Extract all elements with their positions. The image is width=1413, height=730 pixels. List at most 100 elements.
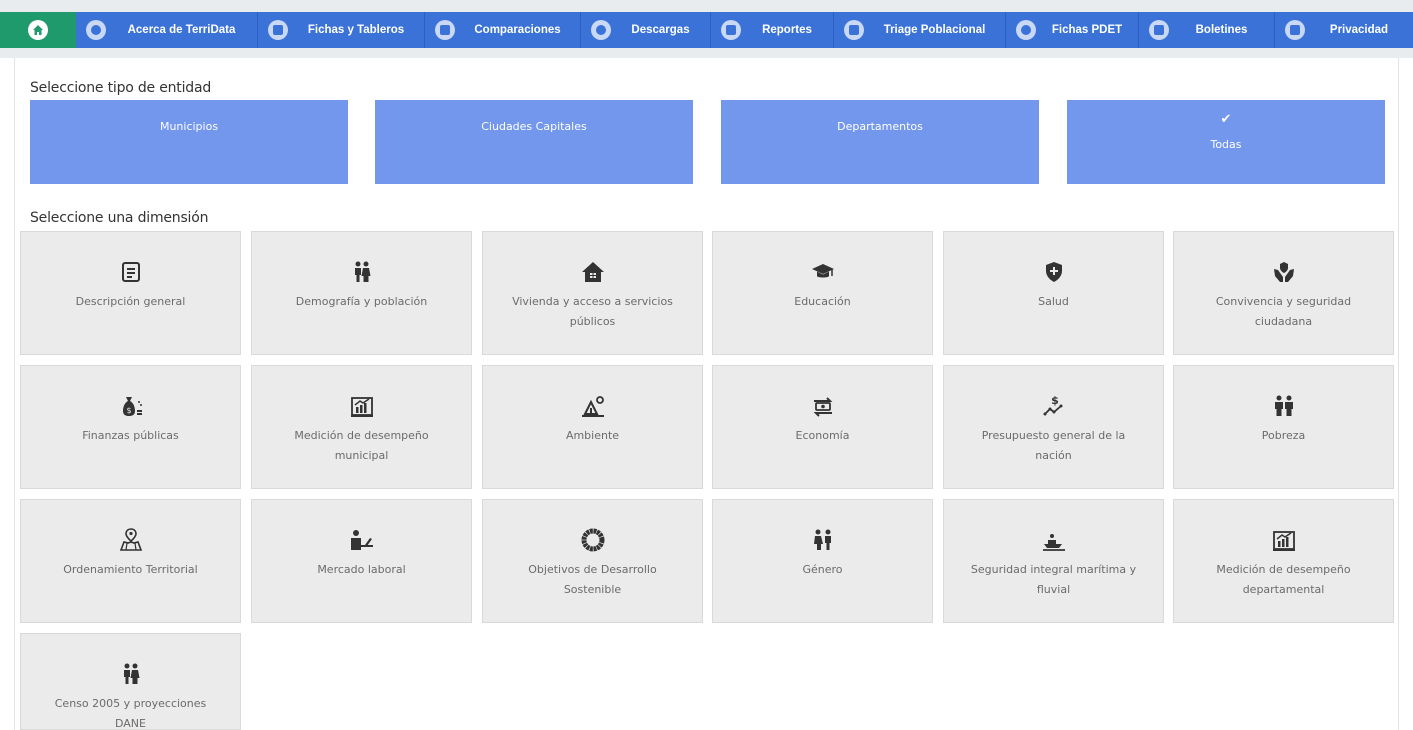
home-icon bbox=[28, 20, 48, 40]
top-nav-container: Acerca de TerriData Fichas y Tableros Co… bbox=[0, 0, 1413, 58]
budget-trend-icon: $ bbox=[944, 392, 1163, 420]
growth-chart-icon bbox=[252, 392, 471, 420]
nav-label: Boletines bbox=[1195, 24, 1248, 36]
dimension-label: Economía bbox=[795, 429, 850, 442]
entity-label: Todas bbox=[1210, 138, 1242, 151]
entity-label: Departamentos bbox=[837, 120, 923, 133]
money-bag-icon: $ bbox=[21, 392, 240, 420]
dimension-label: Demografía y población bbox=[295, 295, 428, 308]
document-icon bbox=[268, 20, 288, 40]
nav-label: Fichas y Tableros bbox=[307, 24, 405, 36]
nav-comparaciones[interactable]: Comparaciones bbox=[425, 12, 581, 48]
lock-icon bbox=[1285, 20, 1305, 40]
dimension-label: Seguridad integral marítima y fluvial bbox=[970, 563, 1137, 596]
target-icon bbox=[1016, 20, 1036, 40]
dimension-tile-seguridad-maritima[interactable]: Seguridad integral marítima y fluvial bbox=[943, 499, 1164, 623]
entity-departamentos[interactable]: Departamentos bbox=[721, 100, 1039, 184]
globe-icon bbox=[86, 20, 106, 40]
entity-label: Municipios bbox=[159, 120, 219, 133]
dimension-tile-ods[interactable]: Objetivos de Desarrollo Sostenible bbox=[482, 499, 703, 623]
dimension-tile-educacion[interactable]: Educación bbox=[712, 231, 933, 355]
hands-shield-icon bbox=[1174, 258, 1393, 286]
cloud-download-icon bbox=[591, 20, 611, 40]
health-shield-icon bbox=[944, 258, 1163, 286]
family-icon bbox=[21, 660, 240, 688]
dimension-label: Presupuesto general de la nación bbox=[981, 429, 1126, 462]
house-icon bbox=[483, 258, 702, 286]
dimension-section-title: Seleccione una dimensión bbox=[30, 210, 209, 226]
worker-desk-icon bbox=[252, 526, 471, 554]
dimension-tile-mercado-laboral[interactable]: Mercado laboral bbox=[251, 499, 472, 623]
dimension-label: Medición de desempeño municipal bbox=[294, 429, 429, 462]
dimension-tile-salud[interactable]: Salud bbox=[943, 231, 1164, 355]
dimension-label: Mercado laboral bbox=[317, 563, 406, 576]
dimension-tile-demografia[interactable]: Demografía y población bbox=[251, 231, 472, 355]
gender-icon bbox=[713, 526, 932, 554]
main-navbar: Acerca de TerriData Fichas y Tableros Co… bbox=[0, 12, 1413, 48]
dimension-tile-desempeno-departamental[interactable]: Medición de desempeño departamental bbox=[1173, 499, 1394, 623]
dimension-tile-genero[interactable]: Género bbox=[712, 499, 933, 623]
dimension-tile-pobreza[interactable]: Pobreza bbox=[1173, 365, 1394, 489]
bar-chart-icon bbox=[721, 20, 741, 40]
entity-municipios[interactable]: Municipios bbox=[30, 100, 348, 184]
nav-label: Descargas bbox=[631, 24, 690, 36]
dimension-tile-descripcion-general[interactable]: Descripción general bbox=[20, 231, 241, 355]
dimension-label: Vivienda y acceso a servicios públicos bbox=[512, 295, 673, 328]
entity-section-title: Seleccione tipo de entidad bbox=[30, 80, 212, 96]
graduation-cap-icon bbox=[713, 258, 932, 286]
dimension-label: Medición de desempeño departamental bbox=[1216, 563, 1351, 596]
dimension-label: Género bbox=[802, 563, 843, 576]
entity-todas[interactable]: ✔ Todas bbox=[1067, 100, 1385, 184]
nav-acerca[interactable]: Acerca de TerriData bbox=[76, 12, 258, 48]
bulletin-icon bbox=[1149, 20, 1169, 40]
dimension-label: Pobreza bbox=[1261, 429, 1306, 442]
bar-chart-icon bbox=[435, 20, 455, 40]
sdg-wheel-icon bbox=[483, 526, 702, 554]
dimension-label: Descripción general bbox=[75, 295, 186, 308]
nav-reportes[interactable]: Reportes bbox=[711, 12, 834, 48]
boat-icon bbox=[944, 526, 1163, 554]
nav-descargas[interactable]: Descargas bbox=[581, 12, 711, 48]
check-icon: ✔ bbox=[1220, 112, 1232, 127]
nav-label: Privacidad bbox=[1329, 24, 1389, 36]
dimension-label: Salud bbox=[1038, 295, 1069, 308]
nav-fichas-pdet[interactable]: Fichas PDET bbox=[1006, 12, 1139, 48]
dimension-tile-vivienda[interactable]: Vivienda y acceso a servicios públicos bbox=[482, 231, 703, 355]
nav-label: Reportes bbox=[762, 24, 812, 36]
dimension-tile-convivencia[interactable]: Convivencia y seguridad ciudadana bbox=[1173, 231, 1394, 355]
nav-privacidad[interactable]: Privacidad bbox=[1275, 12, 1413, 48]
list-document-icon bbox=[21, 258, 240, 286]
nav-fichas-tableros[interactable]: Fichas y Tableros bbox=[258, 12, 425, 48]
dimension-tile-finanzas[interactable]: $ Finanzas públicas bbox=[20, 365, 241, 489]
dimension-label: Censo 2005 y proyecciones DANE bbox=[54, 697, 207, 730]
nav-boletines[interactable]: Boletines bbox=[1139, 12, 1275, 48]
map-pin-icon bbox=[21, 526, 240, 554]
svg-text:$: $ bbox=[1051, 394, 1059, 407]
entity-ciudades-capitales[interactable]: Ciudades Capitales bbox=[375, 100, 693, 184]
dimension-label: Ambiente bbox=[565, 429, 620, 442]
dimension-tile-censo[interactable]: Censo 2005 y proyecciones DANE bbox=[20, 633, 241, 730]
svg-text:$: $ bbox=[126, 406, 131, 415]
growth-chart-icon bbox=[1174, 526, 1393, 554]
nav-label: Triage Poblacional bbox=[883, 24, 986, 36]
dimension-label: Educación bbox=[794, 295, 851, 308]
dimension-tile-desempeno-municipal[interactable]: Medición de desempeño municipal bbox=[251, 365, 472, 489]
dimension-tile-ordenamiento[interactable]: Ordenamiento Territorial bbox=[20, 499, 241, 623]
entity-label: Ciudades Capitales bbox=[481, 120, 587, 133]
nav-label: Comparaciones bbox=[474, 24, 561, 36]
home-button[interactable] bbox=[0, 12, 76, 48]
dimension-tile-economia[interactable]: Economía bbox=[712, 365, 933, 489]
dimension-tile-presupuesto[interactable]: $ Presupuesto general de la nación bbox=[943, 365, 1164, 489]
nav-label: Fichas PDET bbox=[1051, 24, 1123, 36]
nav-triage[interactable]: Triage Poblacional bbox=[834, 12, 1006, 48]
money-exchange-icon bbox=[713, 392, 932, 420]
family-icon bbox=[252, 258, 471, 286]
dimension-tile-ambiente[interactable]: Ambiente bbox=[482, 365, 703, 489]
dimension-label: Ordenamiento Territorial bbox=[63, 563, 198, 576]
dimension-label: Convivencia y seguridad ciudadana bbox=[1215, 295, 1352, 328]
dimension-label: Finanzas públicas bbox=[82, 429, 179, 442]
people-icon bbox=[844, 20, 864, 40]
people-group-icon bbox=[1174, 392, 1393, 420]
dimension-label: Objetivos de Desarrollo Sostenible bbox=[528, 563, 657, 596]
environment-icon bbox=[483, 392, 702, 420]
